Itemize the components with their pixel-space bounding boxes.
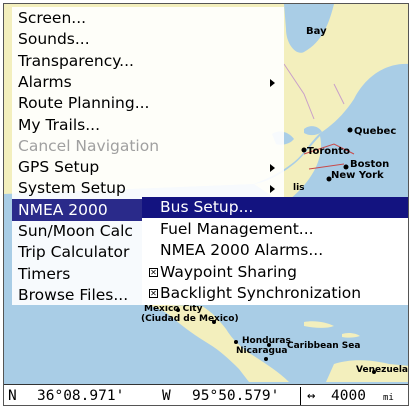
map-label-new-york: New York [331,170,384,181]
submenu-item-label: Bus Setup... [160,198,254,216]
menu-item[interactable]: Route Planning... [12,92,284,114]
checkbox-icon[interactable]: ✕ [149,289,158,299]
menu-item-label: Trip Calculator [18,243,130,262]
submenu-item-label: NMEA 2000 Alarms... [160,241,324,260]
latitude-value: 36°08.971' [37,388,125,404]
menu-item-label: Sun/Moon Calc [18,222,133,240]
map-label-quebec: Quebec [354,126,397,137]
submenu-arrow-icon [270,185,275,194]
menu-item[interactable]: Sounds... [12,28,284,50]
checkbox-icon[interactable]: ✕ [149,267,158,277]
nmea-2000-submenu: Bus Setup... Fuel Management... NMEA 2000 … [142,197,408,305]
map-label-ciudad-de-mexico: (Ciudad de Mexico) [141,314,239,324]
range-value: 4000 [331,388,366,404]
map-label-toronto: Toronto [307,146,350,157]
menu-item-label: My Trails... [18,115,101,134]
submenu-arrow-icon [270,164,275,173]
status-bar: N 36°08.971' W 95°50.579' ↔ 4000 mi [4,384,408,405]
range-indicator[interactable]: ↔ 4000 mi [300,387,408,405]
menu-item[interactable]: Screen... [12,7,284,29]
map-label-caribbean-sea: Caribbean Sea [287,341,361,351]
map-label-lis: lis [293,183,305,193]
menu-item-label: Alarms [18,72,72,91]
menu-item-label: System Setup [18,179,126,198]
menu-item[interactable]: NMEA 2000 [12,198,142,221]
map-label-boston: Boston [350,159,390,170]
range-arrows-icon: ↔ [307,388,316,404]
map-label-venezuela: Venezuela [356,365,408,375]
submenu-arrow-icon [270,78,275,87]
menu-item[interactable]: My Trails... [12,114,284,136]
menu-item[interactable]: Transparency... [12,50,284,72]
chart-screen: Bay Quebec Toronto Boston New York lis M… [3,3,409,406]
map-label-nicaragua: Nicaragua [236,346,288,356]
submenu-item-label: Waypoint Sharing [160,262,297,281]
submenu-item-label: Backlight Synchronization [160,284,362,303]
range-unit: mi [383,393,394,403]
menu-item-label: Timers [18,264,71,283]
latitude-hemisphere: N [8,388,17,404]
menu-item-label: NMEA 2000 [18,200,108,219]
submenu-item[interactable]: Fuel Management... [142,219,408,240]
submenu-item[interactable]: ✕ Waypoint Sharing [142,262,408,283]
menu-item[interactable]: Alarms [12,71,284,93]
menu-item-label: GPS Setup [18,158,100,177]
menu-item-label: Transparency... [18,51,134,70]
menu-item[interactable]: GPS Setup [12,156,284,178]
menu-item-label: Sounds... [18,30,90,49]
submenu-item[interactable]: ✕ Backlight Synchronization [142,283,408,304]
menu-item-label: Browse Files... [18,285,129,304]
menu-item: Cancel Navigation [12,135,284,157]
submenu-item-label: Fuel Management... [160,219,314,238]
longitude-hemisphere: W [162,388,171,404]
map-label-honduras: Honduras [242,336,291,346]
map-label-bay: Bay [306,26,327,37]
menu-item-label: Cancel Navigation [18,136,160,155]
menu-item-label: Route Planning... [18,94,150,113]
submenu-item[interactable]: Bus Setup... [142,197,408,218]
menu-item-label: Screen... [18,9,87,27]
submenu-item[interactable]: NMEA 2000 Alarms... [142,240,408,261]
longitude-value: 95°50.579' [192,388,280,404]
